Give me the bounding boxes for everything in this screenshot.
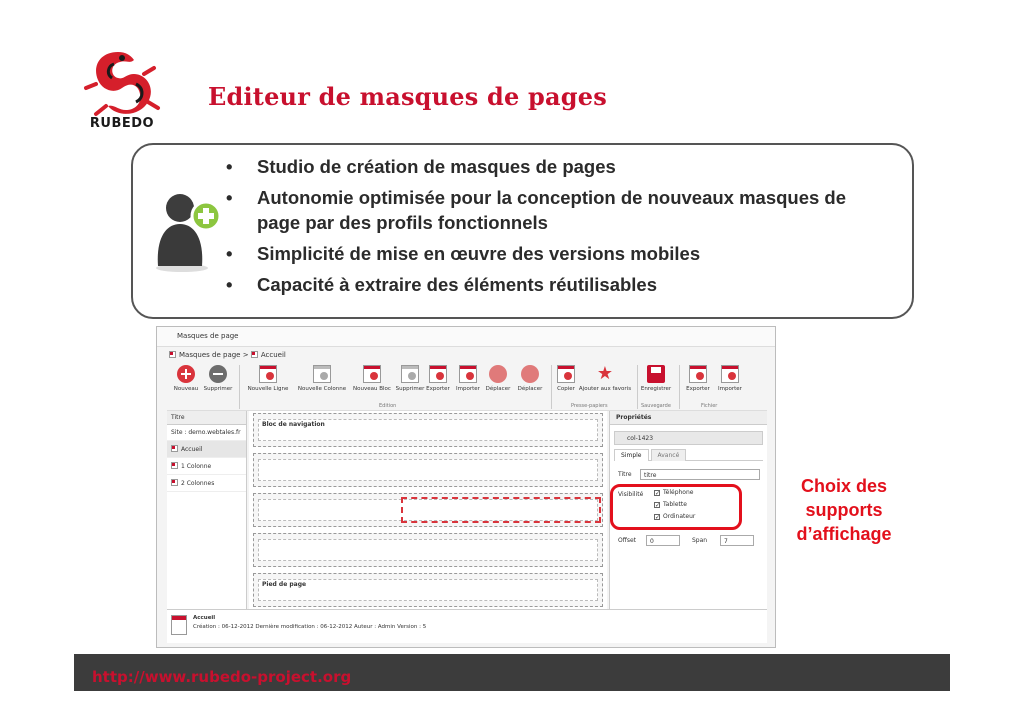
add-favorite-button[interactable]: ★ Ajouter aux favoris (577, 363, 633, 393)
bullet-item: • Studio de création de masques de pages (226, 156, 616, 177)
page-icon (171, 445, 178, 452)
callout-text: Choix des supports d’affichage (796, 476, 892, 544)
selected-column[interactable] (401, 497, 601, 523)
title-input[interactable]: titre (640, 469, 760, 480)
import-icon (721, 365, 739, 383)
status-bar: Accueil Création : 06-12-2012 Dernière m… (167, 609, 767, 643)
save-icon (647, 365, 665, 383)
page-icon (171, 615, 187, 635)
delete-button[interactable]: Supprimer (197, 365, 239, 392)
group-label: Fichier (701, 403, 718, 409)
title-label: Titre (618, 471, 632, 478)
column-icon (313, 365, 331, 383)
breadcrumb: Masques de page > Accueil (169, 351, 286, 359)
properties-title: Propriétés (610, 411, 767, 425)
add-icon (177, 365, 195, 383)
page-icon (250, 351, 258, 358)
arrow-down-icon (521, 365, 539, 383)
navigation-block[interactable]: Bloc de navigation (253, 413, 603, 447)
remove-icon (209, 365, 227, 383)
ribbon-toolbar: Nouveau Supprimer Nouvelle Ligne Nouvell… (167, 363, 767, 411)
copy-icon (557, 365, 575, 383)
layout-row[interactable] (253, 453, 603, 487)
group-label: Presse-papiers (571, 403, 608, 409)
bullet-item: • Capacité à extraire des éléments réutil… (226, 274, 658, 295)
bullet-item: • Simplicité de mise en œuvre des version… (226, 243, 701, 264)
logo-text: RUBEDO (89, 116, 155, 131)
page-icon (171, 462, 178, 469)
add-user-icon (156, 194, 222, 272)
star-icon: ★ (596, 363, 614, 384)
import-icon (459, 365, 477, 383)
arrow-up-icon (489, 365, 507, 383)
window-title: Masques de page (157, 327, 775, 347)
breadcrumb-current[interactable]: Accueil (261, 351, 286, 359)
block-icon (363, 365, 381, 383)
properties-tabs: Simple Avancé (614, 449, 763, 461)
tree-item[interactable]: 2 Colonnes (167, 475, 246, 492)
visibility-highlight (610, 484, 742, 530)
tree-header: Titre (167, 411, 246, 425)
breadcrumb-root[interactable]: Masques de page (179, 351, 241, 359)
group-label: Edition (379, 403, 397, 409)
tab-simple[interactable]: Simple (614, 449, 649, 461)
breadcrumb-separator: > (242, 351, 249, 359)
footer-link[interactable]: http://www.rubedo-project.org (92, 668, 351, 686)
tree-site-node[interactable]: Site : demo.webtales.fr (167, 425, 246, 441)
slide-title: Editeur de masques de pages (208, 82, 607, 111)
export-icon (429, 365, 447, 383)
layout-row[interactable] (253, 533, 603, 567)
row-icon (259, 365, 277, 383)
offset-input[interactable]: 0 (646, 535, 680, 546)
new-row-button[interactable]: Nouvelle Ligne (243, 365, 293, 392)
status-page: Accueil (193, 615, 216, 621)
offset-label: Offset (618, 537, 637, 544)
export-icon (689, 365, 707, 383)
page-icon (171, 479, 178, 486)
new-column-button[interactable]: Nouvelle Colonne (295, 365, 349, 392)
bullet-list: • Studio de création de masques de pages … (226, 154, 866, 303)
bullet-item: • Autonomie optimisée pour la conception … (226, 187, 847, 233)
import-file-button[interactable]: Importer (709, 365, 751, 392)
tab-advanced[interactable]: Avancé (650, 449, 687, 461)
save-button[interactable]: Enregistrer (635, 365, 677, 392)
layout-canvas: Bloc de navigation Pied de page (249, 411, 607, 621)
group-label: Sauvegarde (641, 403, 671, 409)
tree-item[interactable]: 1 Colonne (167, 458, 246, 475)
footer-block[interactable]: Pied de page (253, 573, 603, 607)
page-tree-panel: Titre Site : demo.webtales.fr Accueil 1 … (167, 411, 247, 621)
page-icon (169, 351, 176, 358)
status-meta: Création : 06-12-2012 Dernière modificat… (193, 624, 427, 630)
span-input[interactable]: 7 (720, 535, 754, 546)
span-label: Span (692, 537, 708, 544)
element-id: col-1423 (614, 431, 763, 445)
tree-item[interactable]: Accueil (167, 441, 246, 458)
